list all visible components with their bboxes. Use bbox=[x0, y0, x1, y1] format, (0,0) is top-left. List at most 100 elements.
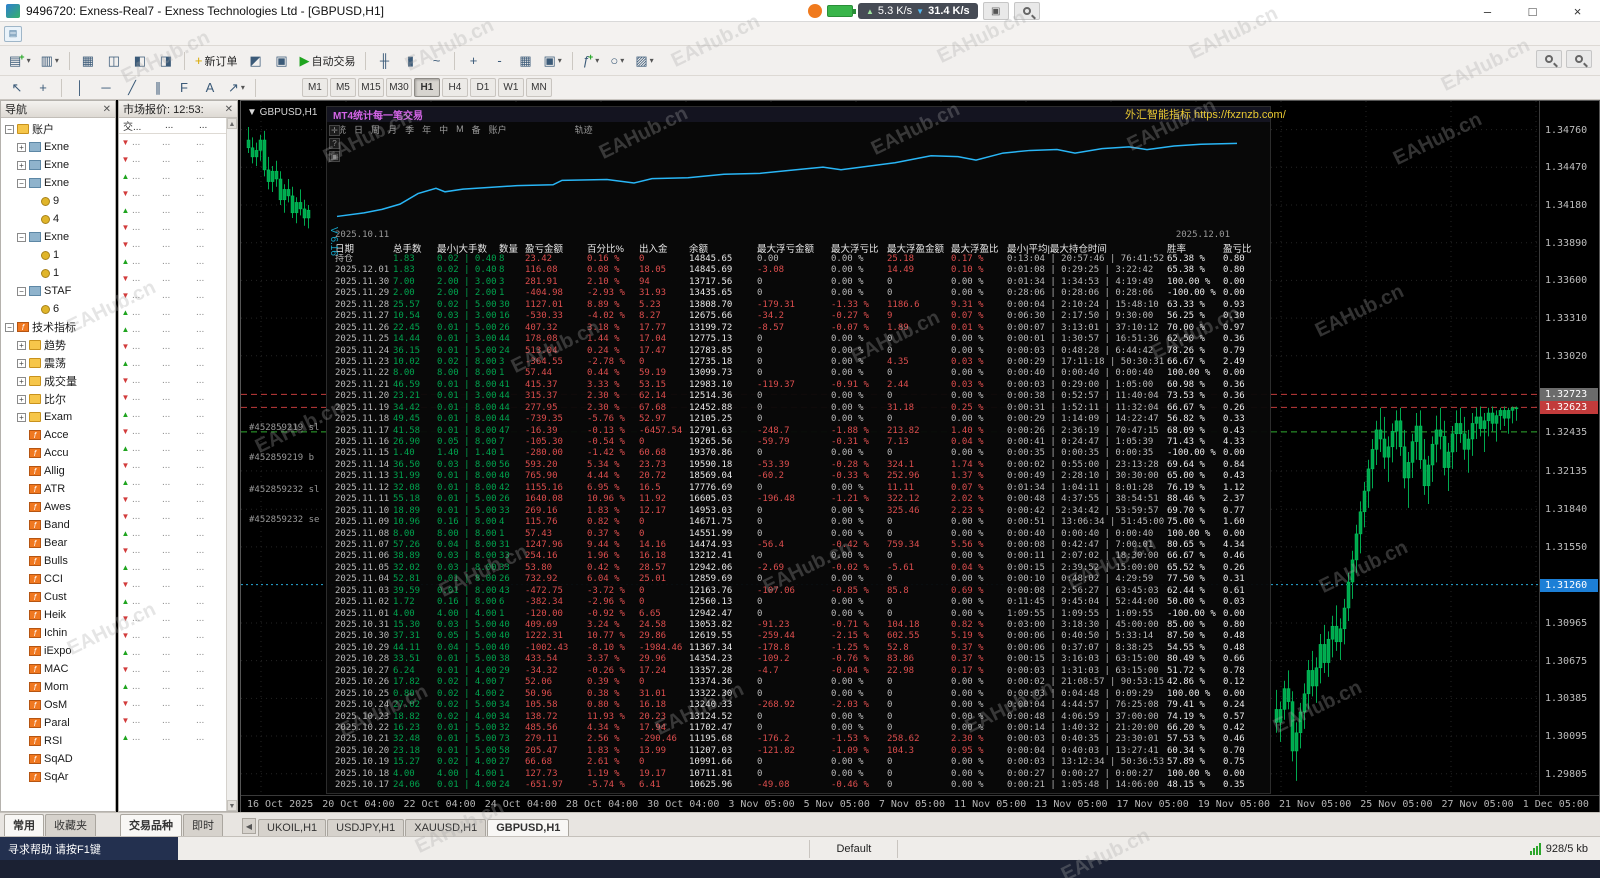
price-axis[interactable]: 1.34760 1.34470 1.34180 1.33890 1.33600 1.333… bbox=[1539, 101, 1599, 795]
bar-chart-button[interactable]: ╫ bbox=[372, 50, 396, 72]
timeframe-m15[interactable]: M15 bbox=[357, 78, 384, 97]
time-axis[interactable]: 16 Oct 2025 20 Oct 04:00 22 Oct 04:00 24 Oc… bbox=[241, 795, 1599, 813]
autotrading-button[interactable]: ▶ 自动交易 bbox=[295, 50, 359, 72]
periods-button[interactable]: ○ ▾ bbox=[605, 50, 629, 72]
market-symbol-row[interactable]: ▼......... bbox=[119, 491, 237, 508]
tree-item-paral[interactable]: f Paral bbox=[1, 714, 115, 732]
market-symbol-row[interactable]: ▲......... bbox=[119, 406, 237, 423]
tree-item-sqad[interactable]: f SqAD bbox=[1, 750, 115, 768]
stats-tab-M[interactable]: M bbox=[456, 124, 464, 134]
market-symbol-row[interactable]: ▲......... bbox=[119, 644, 237, 661]
stats-side-button-1[interactable]: ? bbox=[329, 138, 340, 149]
tree-item-exne[interactable]: − Exne bbox=[1, 228, 115, 246]
strategy-tester-button[interactable]: ◩ bbox=[243, 50, 267, 72]
tree-toggle-icon[interactable]: + bbox=[17, 376, 26, 386]
chart-area[interactable]: ▼ GBPUSD,H1 外汇智能指标 https://fxznzb.com/ #… bbox=[241, 101, 1599, 795]
profile-indicator[interactable]: Default bbox=[809, 839, 899, 858]
market-symbol-row[interactable]: ▲......... bbox=[119, 202, 237, 219]
market-symbol-row[interactable]: ▲......... bbox=[119, 168, 237, 185]
tree-item-exne[interactable]: + Exne bbox=[1, 156, 115, 174]
tab-交易品种[interactable]: 交易品种 bbox=[120, 814, 182, 836]
tree-item-比尔[interactable]: + 比尔 bbox=[1, 390, 115, 408]
market-symbol-row[interactable]: ▲......... bbox=[119, 304, 237, 321]
tree-toggle-icon[interactable]: + bbox=[17, 412, 26, 422]
tab-常用[interactable]: 常用 bbox=[4, 814, 44, 836]
tree-item-cci[interactable]: f CCI bbox=[1, 570, 115, 588]
tree-toggle-icon[interactable]: − bbox=[5, 124, 14, 134]
tab-即时[interactable]: 即时 bbox=[183, 814, 223, 836]
tree-item-osm[interactable]: f OsM bbox=[1, 696, 115, 714]
chart-tab-UKOIL,H1[interactable]: UKOIL,H1 bbox=[258, 819, 327, 837]
chart-window-icon[interactable]: ▤ bbox=[4, 25, 22, 42]
market-symbol-row[interactable]: ▼......... bbox=[119, 423, 237, 440]
fibonacci-tool[interactable]: F bbox=[172, 77, 196, 99]
tile-windows-button[interactable]: ▦ bbox=[513, 50, 537, 72]
trendline-tool[interactable]: ╱ bbox=[120, 77, 144, 99]
market-symbol-row[interactable]: ▼......... bbox=[119, 661, 237, 678]
market-symbol-row[interactable]: ▼......... bbox=[119, 576, 237, 593]
screenshot-button[interactable]: ▣ bbox=[982, 2, 1009, 20]
indicators-button[interactable]: ƒ + ▾ bbox=[579, 50, 604, 72]
market-symbol-row[interactable]: ▼......... bbox=[119, 219, 237, 236]
timeframe-h4[interactable]: H4 bbox=[441, 78, 468, 97]
timeframe-h1[interactable]: H1 bbox=[413, 78, 440, 97]
market-symbol-row[interactable]: ▼......... bbox=[119, 270, 237, 287]
market-symbol-row[interactable]: ▲......... bbox=[119, 678, 237, 695]
tree-item-awes[interactable]: f Awes bbox=[1, 498, 115, 516]
tree-item-趋势[interactable]: + 趋势 bbox=[1, 336, 115, 354]
market-watch-close-icon[interactable]: ✕ bbox=[225, 104, 233, 115]
market-symbol-row[interactable]: ▲......... bbox=[119, 474, 237, 491]
tree-item-9[interactable]: 9 bbox=[1, 192, 115, 210]
market-symbol-row[interactable]: ▼......... bbox=[119, 151, 237, 168]
tree-item-rsi[interactable]: f RSI bbox=[1, 732, 115, 750]
chart-tab-USDJPY,H1[interactable]: USDJPY,H1 bbox=[327, 819, 405, 837]
stats-tab-年[interactable]: 年 bbox=[422, 123, 431, 136]
stats-tab-月[interactable]: 月 bbox=[388, 123, 397, 136]
market-symbol-row[interactable]: ▼......... bbox=[119, 287, 237, 304]
tree-toggle-icon[interactable]: + bbox=[17, 340, 26, 350]
minimize-button[interactable]: – bbox=[1465, 0, 1510, 22]
stats-side-button-0[interactable]: ✛ bbox=[329, 125, 340, 136]
market-symbol-row[interactable]: ▼......... bbox=[119, 610, 237, 627]
timeframe-w1[interactable]: W1 bbox=[497, 78, 524, 97]
tree-item-1[interactable]: 1 bbox=[1, 264, 115, 282]
market-symbol-row[interactable]: ▲......... bbox=[119, 525, 237, 542]
market-symbol-row[interactable]: ▼......... bbox=[119, 712, 237, 729]
market-symbol-row[interactable]: ▼......... bbox=[119, 338, 237, 355]
stats-side-button-2[interactable]: ▣ bbox=[329, 151, 340, 162]
tree-toggle-icon[interactable]: − bbox=[5, 322, 14, 332]
market-watch-scrollbar[interactable]: ▲ ▼ bbox=[226, 118, 237, 811]
stats-tab-中[interactable]: 中 bbox=[439, 123, 448, 136]
tree-item-cust[interactable]: f Cust bbox=[1, 588, 115, 606]
market-symbol-row[interactable]: ▼......... bbox=[119, 627, 237, 644]
scroll-up-icon[interactable]: ▲ bbox=[227, 118, 237, 129]
horizontal-line-tool[interactable]: ─ bbox=[94, 77, 118, 99]
market-symbol-row[interactable]: ▼......... bbox=[119, 372, 237, 389]
text-tool[interactable]: A bbox=[198, 77, 222, 99]
tree-toggle-icon[interactable]: + bbox=[17, 160, 26, 170]
maximize-button[interactable]: □ bbox=[1510, 0, 1555, 22]
search-plus-button[interactable] bbox=[1536, 50, 1562, 68]
market-symbol-row[interactable]: ▼......... bbox=[119, 389, 237, 406]
arrows-tool[interactable]: ↗ ▾ bbox=[224, 77, 249, 99]
tree-item-heik[interactable]: f Heik bbox=[1, 606, 115, 624]
search-button2[interactable] bbox=[1566, 50, 1592, 68]
tree-item-allig[interactable]: f Allig bbox=[1, 462, 115, 480]
crosshair-tool[interactable]: + bbox=[31, 77, 55, 99]
line-chart-button[interactable]: ~ bbox=[424, 50, 448, 72]
tree-item-mac[interactable]: f MAC bbox=[1, 660, 115, 678]
tab-收藏夹[interactable]: 收藏夹 bbox=[45, 814, 96, 836]
tree-toggle-icon[interactable]: + bbox=[17, 394, 26, 404]
timeframe-m1[interactable]: M1 bbox=[301, 78, 328, 97]
chart-symbol-label[interactable]: ▼ GBPUSD,H1 bbox=[247, 107, 317, 118]
tree-item-账户[interactable]: − 账户 bbox=[1, 120, 115, 138]
tree-item-技术指标[interactable]: − f 技术指标 bbox=[1, 318, 115, 336]
data-window-button[interactable]: ◫ bbox=[102, 50, 126, 72]
market-symbol-row[interactable]: ▲......... bbox=[119, 593, 237, 610]
stats-tab-季[interactable]: 季 bbox=[405, 123, 414, 136]
tree-item-staf[interactable]: − STAF bbox=[1, 282, 115, 300]
tree-item-exam[interactable]: + Exam bbox=[1, 408, 115, 426]
tree-item-4[interactable]: 4 bbox=[1, 210, 115, 228]
traffic-app-icon[interactable] bbox=[808, 4, 822, 18]
market-symbol-row[interactable]: ▼......... bbox=[119, 695, 237, 712]
